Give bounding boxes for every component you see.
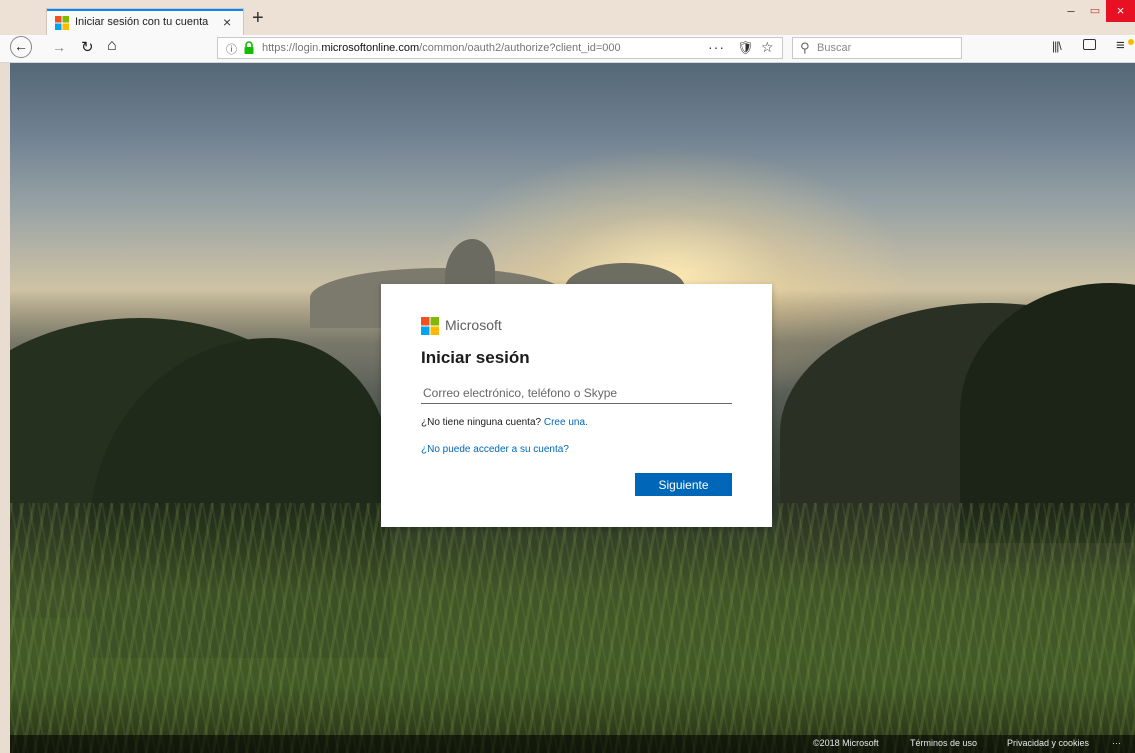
home-button[interactable]: ⌂ bbox=[107, 37, 117, 55]
minimize-button[interactable]: – bbox=[1058, 0, 1084, 22]
url-text[interactable]: https://login.microsoftonline.com/common… bbox=[262, 42, 692, 54]
no-account-text: ¿No tiene ninguna cuenta? Cree una. bbox=[421, 417, 588, 428]
sidebar-icon[interactable] bbox=[1083, 39, 1096, 50]
close-window-button[interactable]: × bbox=[1106, 0, 1135, 22]
microsoft-logo-icon bbox=[421, 317, 439, 335]
bookmark-star-icon[interactable]: ☆ bbox=[761, 39, 774, 56]
signin-card: Microsoft Iniciar sesión ¿No tiene ningu… bbox=[381, 284, 772, 527]
address-bar[interactable]: ⓘ https://login.microsoftonline.com/comm… bbox=[217, 37, 783, 59]
new-tab-button[interactable]: + bbox=[252, 8, 264, 28]
next-button[interactable]: Siguiente bbox=[635, 473, 732, 496]
info-icon[interactable]: ⓘ bbox=[226, 41, 237, 57]
email-field[interactable] bbox=[421, 382, 732, 404]
search-icon: ⚲ bbox=[800, 40, 810, 55]
page-title: Iniciar sesión bbox=[421, 348, 530, 367]
page-actions-menu-icon[interactable]: ··· bbox=[708, 39, 725, 55]
title-bar: Iniciar sesión con tu cuenta × + – ▭ × bbox=[0, 0, 1135, 35]
search-placeholder: Buscar bbox=[817, 42, 852, 54]
hamburger-menu-icon[interactable]: ≡ bbox=[1116, 37, 1125, 54]
forward-button[interactable]: → bbox=[52, 39, 66, 55]
pocket-icon[interactable]: 🛡︎ bbox=[737, 40, 754, 56]
more-options-icon[interactable]: ··· bbox=[1112, 738, 1121, 748]
microsoft-wordmark: Microsoft bbox=[445, 317, 502, 333]
tab-title: Iniciar sesión con tu cuenta bbox=[75, 16, 209, 28]
create-account-link[interactable]: Cree una. bbox=[544, 417, 588, 428]
library-icon[interactable]: |||\ bbox=[1052, 39, 1062, 53]
navigation-bar: ← → ↻ ⌂ ⓘ https://login.microsoftonline.… bbox=[0, 35, 1135, 63]
microsoft-favicon-icon bbox=[55, 16, 69, 30]
terms-link[interactable]: Términos de uso bbox=[910, 738, 977, 748]
reload-button[interactable]: ↻ bbox=[81, 38, 94, 56]
back-button[interactable]: ← bbox=[10, 36, 32, 58]
copyright-text: ©2018 Microsoft bbox=[813, 738, 879, 748]
update-badge bbox=[1128, 39, 1134, 45]
grass-foreground bbox=[10, 503, 1135, 753]
lock-icon[interactable] bbox=[243, 41, 255, 54]
tab-close-icon[interactable]: × bbox=[223, 13, 231, 31]
privacy-link[interactable]: Privacidad y cookies bbox=[1007, 738, 1089, 748]
page-footer: ©2018 Microsoft Términos de uso Privacid… bbox=[10, 735, 1135, 753]
search-bar[interactable]: ⚲ Buscar bbox=[792, 37, 962, 59]
browser-tab[interactable]: Iniciar sesión con tu cuenta × bbox=[46, 8, 244, 35]
maximize-button[interactable]: ▭ bbox=[1082, 0, 1108, 22]
cant-access-account-link[interactable]: ¿No puede acceder a su cuenta? bbox=[421, 444, 569, 455]
